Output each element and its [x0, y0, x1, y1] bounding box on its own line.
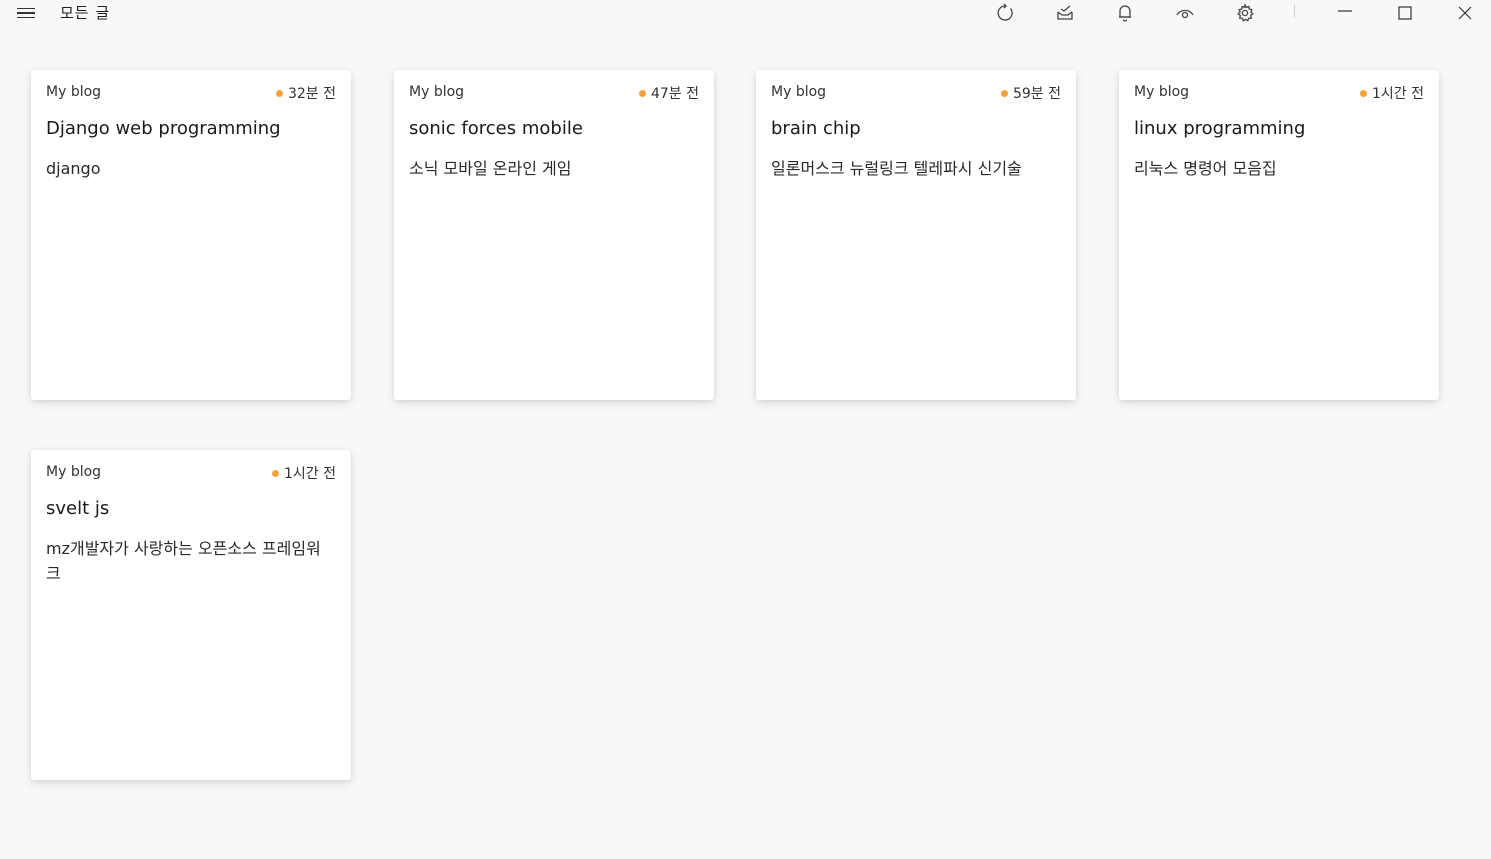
card-body: mz개발자가 사랑하는 오픈소스 프레임워크 — [46, 539, 321, 583]
card-time-label: 59분 전 — [1012, 86, 1061, 102]
bell-icon[interactable] — [1113, 1, 1137, 25]
card-title: svelt js — [46, 498, 110, 519]
card-time-label: 32분 전 — [287, 86, 336, 102]
unread-dot-icon — [1360, 89, 1367, 97]
card-blog-name: My blog — [771, 84, 827, 100]
maximize-icon — [1398, 6, 1412, 20]
minimize-button[interactable] — [1325, 0, 1365, 26]
maximize-button[interactable] — [1385, 0, 1425, 26]
card-timestamp: 1시간 전 — [272, 463, 336, 483]
close-icon — [1458, 6, 1472, 20]
card-timestamp: 59분 전 — [1000, 83, 1061, 103]
refresh-icon[interactable] — [993, 1, 1017, 25]
hamburger-menu-icon[interactable] — [14, 4, 38, 22]
note-card[interactable]: My blog 1시간 전 svelt js mz개발자가 사랑하는 오픈소스 … — [31, 450, 351, 780]
unread-dot-icon — [1000, 89, 1008, 97]
page-title: 모든 글 — [60, 4, 111, 22]
note-card[interactable]: My blog 47분 전 sonic forces mobile 소닉 모바일… — [394, 70, 714, 400]
eye-icon[interactable] — [1173, 1, 1197, 25]
card-time-label: 47분 전 — [650, 86, 699, 102]
unread-dot-icon — [638, 89, 646, 97]
card-blog-name: My blog — [1134, 84, 1190, 100]
card-timestamp: 1시간 전 — [1360, 83, 1424, 103]
card-blog-name: My blog — [46, 464, 102, 480]
inbox-icon[interactable] — [1053, 1, 1077, 25]
card-title: linux programming — [1134, 118, 1306, 139]
note-card[interactable]: My blog 1시간 전 linux programming 리눅스 명령어 … — [1119, 70, 1439, 400]
card-body: 일론머스크 뉴럴링크 텔레파시 신기술 — [771, 159, 1022, 178]
unread-dot-icon — [275, 89, 283, 97]
card-body: 소닉 모바일 온라인 게임 — [409, 159, 572, 178]
card-time-label: 1시간 전 — [284, 466, 336, 482]
unread-dot-icon — [272, 469, 279, 477]
card-body: 리눅스 명령어 모음집 — [1134, 159, 1277, 178]
card-timestamp: 47분 전 — [638, 83, 699, 103]
card-time-label: 1시간 전 — [1372, 86, 1424, 102]
close-button[interactable] — [1445, 0, 1485, 26]
card-blog-name: My blog — [409, 84, 465, 100]
title-bar: 모든 글 — [0, 0, 1491, 26]
card-blog-name: My blog — [46, 84, 102, 100]
card-title: Django web programming — [46, 118, 281, 139]
note-card[interactable]: My blog 32분 전 Django web programming dja… — [31, 70, 351, 400]
gear-icon[interactable] — [1233, 1, 1257, 25]
card-timestamp: 32분 전 — [275, 83, 336, 103]
card-title: brain chip — [771, 118, 861, 139]
titlebar-divider — [1294, 5, 1295, 18]
card-body: django — [46, 159, 101, 178]
card-title: sonic forces mobile — [409, 118, 583, 139]
note-card[interactable]: My blog 59분 전 brain chip 일론머스크 뉴럴링크 텔레파시… — [756, 70, 1076, 400]
minimize-icon — [1338, 10, 1352, 12]
